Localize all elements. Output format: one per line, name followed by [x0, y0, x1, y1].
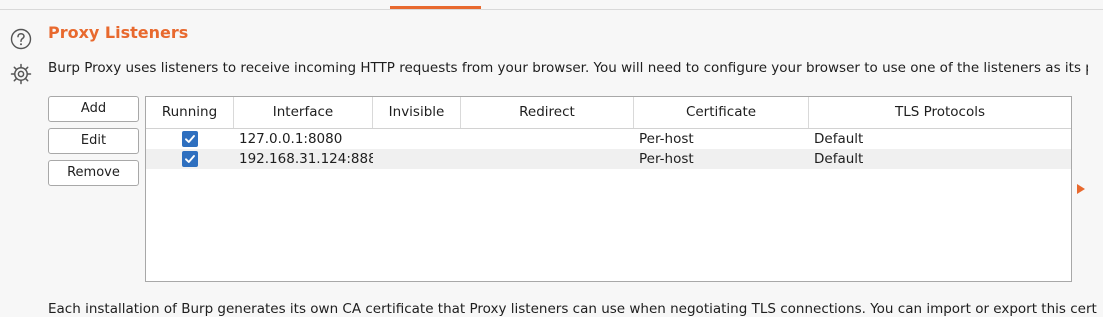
tab-bar [0, 0, 1103, 10]
column-header-running[interactable]: Running [146, 97, 234, 128]
table-header: Running Interface Invisible Redirect Cer… [146, 97, 1071, 129]
table-row[interactable]: 127.0.0.1:8080 Per-host Default [146, 129, 1071, 149]
tls-protocols-cell: Default [814, 131, 864, 147]
listeners-table: Running Interface Invisible Redirect Cer… [145, 96, 1072, 282]
redirect-cell [461, 129, 634, 149]
table-row[interactable]: 192.168.31.124:8888 Per-host Default [146, 149, 1071, 169]
tls-protocols-cell: Default [814, 151, 864, 167]
redirect-cell [461, 149, 634, 169]
section-description: Burp Proxy uses listeners to receive inc… [48, 60, 1088, 76]
certificate-cell: Per-host [639, 131, 694, 147]
gear-icon[interactable] [10, 63, 32, 85]
remove-button[interactable]: Remove [48, 160, 139, 186]
interface-cell: 192.168.31.124:8888 [239, 151, 373, 167]
section-title: Proxy Listeners [48, 23, 189, 42]
running-checkbox[interactable] [182, 131, 198, 147]
ca-certificate-description: Each installation of Burp generates its … [48, 301, 1098, 317]
column-header-redirect[interactable]: Redirect [461, 97, 634, 128]
running-cell [146, 149, 234, 169]
check-icon [185, 135, 195, 143]
add-button[interactable]: Add [48, 96, 139, 122]
invisible-cell [373, 149, 461, 169]
interface-cell: 127.0.0.1:8080 [239, 131, 343, 147]
invisible-cell [373, 129, 461, 149]
running-checkbox[interactable] [182, 151, 198, 167]
column-header-interface[interactable]: Interface [234, 97, 373, 128]
listener-actions: Add Edit Remove [48, 96, 139, 192]
check-icon [185, 155, 195, 163]
certificate-cell: Per-host [639, 151, 694, 167]
triangle-right-icon[interactable] [1076, 183, 1086, 195]
help-icon[interactable] [10, 28, 32, 50]
edit-button[interactable]: Edit [48, 128, 139, 154]
column-header-tls-protocols[interactable]: TLS Protocols [809, 97, 1071, 128]
column-header-invisible[interactable]: Invisible [373, 97, 461, 128]
active-tab-indicator [390, 6, 481, 9]
running-cell [146, 129, 234, 149]
column-header-certificate[interactable]: Certificate [634, 97, 809, 128]
